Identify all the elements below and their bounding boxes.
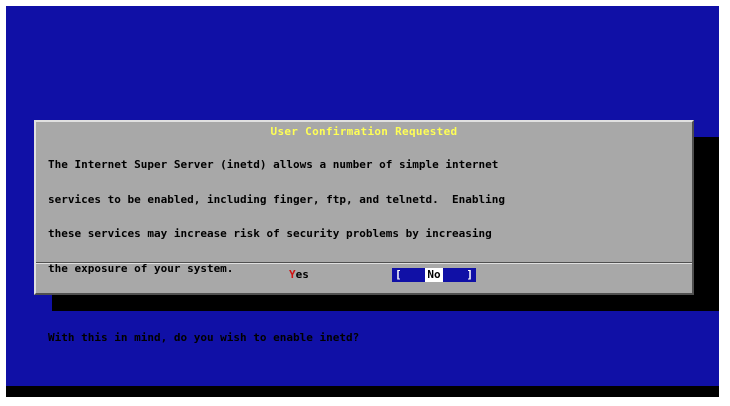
button-divider — [36, 262, 692, 264]
yes-label: es — [295, 268, 309, 281]
question-line: With this in mind, do you wish to enable… — [48, 330, 360, 344]
message-line: The Internet Super Server (inetd) allows… — [48, 158, 499, 171]
no-button[interactable]: [ No ] — [392, 268, 476, 282]
yes-button[interactable]: Yes — [289, 268, 309, 282]
dialog-title: User Confirmation Requested — [36, 124, 692, 138]
no-label: No — [425, 268, 443, 282]
confirmation-dialog: User Confirmation Requested The Internet… — [34, 120, 694, 343]
message-line: these services may increase risk of secu… — [48, 227, 492, 240]
button-row: Yes [ No ] — [36, 268, 692, 284]
no-bracket-left: [ — [395, 268, 402, 281]
terminal-screen: User Confirmation Requested The Internet… — [6, 6, 719, 397]
dialog-message: The Internet Super Server (inetd) allows… — [48, 136, 688, 366]
no-bracket-right: ] — [466, 268, 473, 281]
yes-hotkey: Y — [289, 268, 296, 281]
message-line: services to be enabled, including finger… — [48, 192, 505, 206]
bottom-strip — [6, 386, 719, 397]
